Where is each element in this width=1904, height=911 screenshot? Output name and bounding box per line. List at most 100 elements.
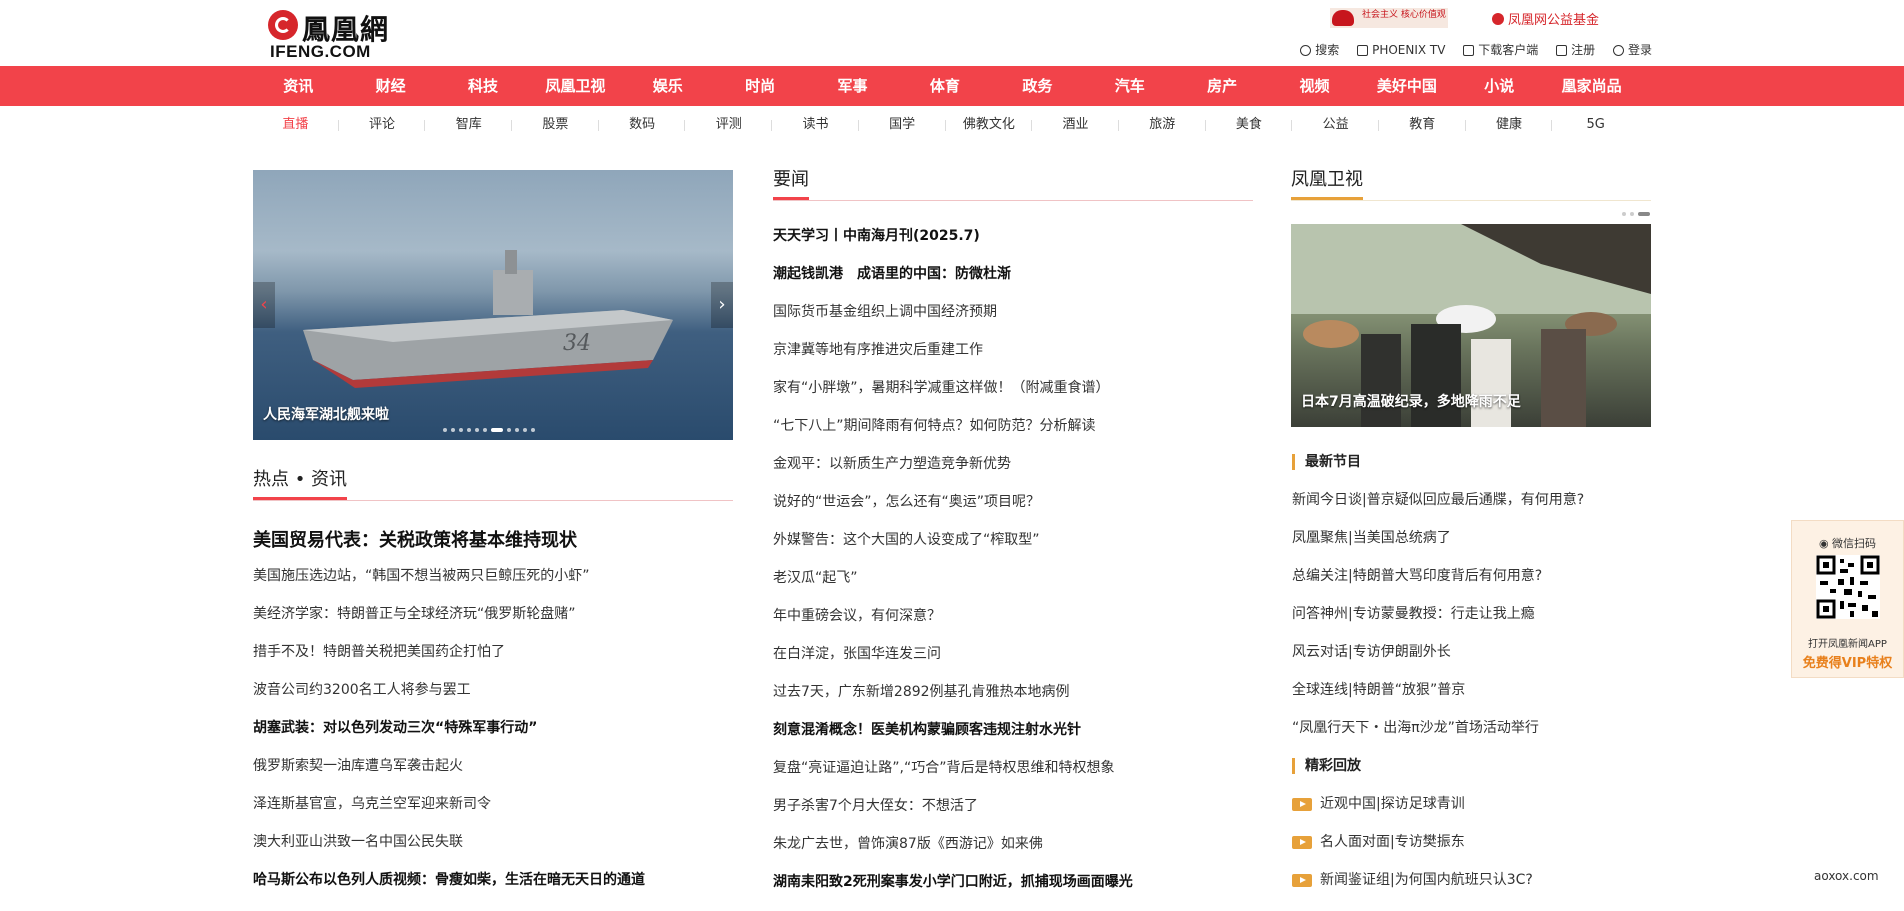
phoenix-tv-link[interactable]: PHOENIX TV — [1357, 43, 1445, 57]
hot-news-item[interactable]: 美经济学家：特朗普正与全球经济玩“俄罗斯轮盘赌” — [253, 595, 733, 633]
top-news-item[interactable]: 潮起钱凯港 成语里的中国：防微杜渐 — [773, 255, 1253, 293]
register-link[interactable]: 注册 — [1556, 41, 1595, 58]
top-news-item[interactable]: 年中重磅会议，有何深意？ — [773, 597, 1253, 635]
top-news-item[interactable]: 说好的“世运会”，怎么还有“奥运”项目呢？ — [773, 483, 1253, 521]
top-news-item[interactable]: 天天学习丨中南海月刊(2025.7) — [773, 217, 1253, 255]
sub-nav-item[interactable]: 智库 — [425, 106, 512, 144]
carousel-dot[interactable] — [443, 428, 447, 432]
carousel-dot[interactable] — [531, 428, 535, 432]
main-nav-item[interactable]: 政务 — [991, 66, 1083, 106]
main-nav-item[interactable]: 娱乐 — [622, 66, 714, 106]
top-news-item[interactable]: 复盘“亮证逼迫让路”,“巧合”背后是特权思维和特权想象 — [773, 749, 1253, 787]
hot-news-item[interactable]: 波音公司约3200名工人将参与罢工 — [253, 671, 733, 709]
carousel-dot[interactable] — [475, 428, 479, 432]
carousel-dot[interactable] — [459, 428, 463, 432]
app-qr-float[interactable]: ◉ 微信扫码 打开凤凰新闻APP 免费得VIP特权 — [1791, 520, 1904, 678]
hot-news-item[interactable]: 胡塞武装：对以色列发动三次“特殊军事行动” — [253, 709, 733, 747]
latest-program-item[interactable]: “凤凰行天下・出海π沙龙”首场活动举行 — [1292, 709, 1652, 747]
carousel-dot[interactable] — [507, 428, 511, 432]
latest-program-item[interactable]: 问答神州|专访蒙曼教授：行走让我上瘾 — [1292, 595, 1652, 633]
main-nav-item[interactable]: 体育 — [899, 66, 991, 106]
carousel-dot[interactable] — [523, 428, 527, 432]
core-values-banner[interactable]: 社会主义 核心价值观 — [1330, 8, 1448, 28]
main-nav-item[interactable]: 美好中国 — [1361, 66, 1453, 106]
hot-news-item[interactable]: 哈马斯公布以色列人质视频：骨瘦如柴，生活在暗无天日的通道 — [253, 861, 733, 899]
hot-news-item[interactable]: 澳大利亚山洪致一名中国公民失联 — [253, 823, 733, 861]
carousel-dot[interactable] — [483, 428, 487, 432]
top-news-item[interactable]: 金观平：以新质生产力塑造竞争新优势 — [773, 445, 1253, 483]
sub-nav-item[interactable]: 酒业 — [1032, 106, 1119, 144]
sub-nav-item[interactable]: 佛教文化 — [946, 106, 1033, 144]
carousel-caption[interactable]: 人民海军湖北舰来啦 — [263, 404, 389, 424]
replay-item[interactable]: 新闻鉴证组|为何国内航班只认3C? — [1292, 861, 1652, 899]
main-nav-item[interactable]: 小说 — [1453, 66, 1545, 106]
sub-nav-item[interactable]: 公益 — [1292, 106, 1379, 144]
hot-news-item[interactable]: 美国施压选边站，“韩国不想当被两只巨鲸压死的小虾” — [253, 557, 733, 595]
replay-item[interactable]: 近观中国|探访足球青训 — [1292, 785, 1652, 823]
carousel-dot[interactable] — [467, 428, 471, 432]
carousel-next-button[interactable]: › — [711, 282, 733, 328]
hot-news-item[interactable]: 泽连斯基官宣，乌克兰空军迎来新司令 — [253, 785, 733, 823]
sub-nav-item[interactable]: 国学 — [859, 106, 946, 144]
top-news-item[interactable]: 老汉瓜“起飞” — [773, 559, 1253, 597]
latest-program-item[interactable]: 新闻今日谈|普京疑似回应最后通牒，有何用意? — [1292, 481, 1652, 519]
main-nav-item[interactable]: 财经 — [344, 66, 436, 106]
top-news-item[interactable]: 在白洋淀，张国华连发三问 — [773, 635, 1253, 673]
main-nav-item[interactable]: 科技 — [437, 66, 529, 106]
tv-carousel-dot-active[interactable] — [1638, 212, 1650, 216]
sub-nav-item[interactable]: 评论 — [339, 106, 426, 144]
main-nav-item[interactable]: 军事 — [806, 66, 898, 106]
top-news-item[interactable]: “七下八上”期间降雨有何特点？如何防范？分析解读 — [773, 407, 1253, 445]
top-news-item[interactable]: 京津冀等地有序推进灾后重建工作 — [773, 331, 1253, 369]
carousel-dot-active[interactable] — [491, 428, 503, 432]
carousel-prev-button[interactable]: ‹ — [253, 282, 275, 328]
top-news-item[interactable]: 过去7天，广东新增2892例基孔肯雅热本地病例 — [773, 673, 1253, 711]
top-news-item[interactable]: 刻意混淆概念！医美机构蒙骗顾客违规注射水光针 — [773, 711, 1253, 749]
main-nav-item[interactable]: 房产 — [1176, 66, 1268, 106]
sub-nav-item-live[interactable]: 直播 — [252, 106, 339, 144]
hot-news-item[interactable]: 措手不及！特朗普关税把美国药企打怕了 — [253, 633, 733, 671]
tv-carousel-dot[interactable] — [1622, 212, 1626, 216]
phoenix-tv-title[interactable]: 凤凰卫视 — [1291, 166, 1363, 200]
sub-nav-item[interactable]: 数码 — [599, 106, 686, 144]
hot-lead-headline[interactable]: 美国贸易代表：关税政策将基本维持现状 — [253, 526, 577, 552]
login-link[interactable]: 登录 — [1612, 41, 1652, 58]
sub-nav-item[interactable]: 评测 — [685, 106, 772, 144]
charity-fund-link[interactable]: 凤凰网公益基金 — [1492, 9, 1599, 28]
top-news-item[interactable]: 国际货币基金组织上调中国经济预期 — [773, 293, 1253, 331]
main-nav-item[interactable]: 视频 — [1268, 66, 1360, 106]
carousel-dot[interactable] — [515, 428, 519, 432]
sub-nav-item[interactable]: 美食 — [1206, 106, 1293, 144]
latest-program-item[interactable]: 总编关注|特朗普大骂印度背后有何用意? — [1292, 557, 1652, 595]
latest-program-item[interactable]: 全球连线|特朗普“放狠”普京 — [1292, 671, 1652, 709]
main-nav-item[interactable]: 凰家尚品 — [1545, 66, 1637, 106]
hot-news-item[interactable]: 俄罗斯索契一油库遭乌军袭击起火 — [253, 747, 733, 785]
top-news-item[interactable]: 朱龙广去世，曾饰演87版《西游记》如来佛 — [773, 825, 1253, 863]
latest-program-item[interactable]: 风云对话|专访伊朗副外长 — [1292, 633, 1652, 671]
headline-carousel[interactable]: 34 ‹ › 人民海军湖北舰来啦 — [253, 170, 733, 440]
top-news-item[interactable]: 家有“小胖墩”，暑期科学减重这样做！（附减重食谱） — [773, 369, 1253, 407]
sub-nav-item[interactable]: 5G — [1552, 106, 1639, 144]
replay-item[interactable]: 名人面对面|专访樊振东 — [1292, 823, 1652, 861]
tv-carousel-dot[interactable] — [1630, 212, 1634, 216]
top-news-item[interactable]: 男子杀害7个月大侄女：不想活了 — [773, 787, 1253, 825]
sub-nav-item[interactable]: 教育 — [1379, 106, 1466, 144]
search-link[interactable]: 搜索 — [1300, 41, 1339, 58]
main-nav-item[interactable]: 汽车 — [1084, 66, 1176, 106]
top-news-item[interactable]: 湖南耒阳致2死刑案事发小学门口附近，抓捕现场画面曝光 — [773, 863, 1253, 901]
sub-nav-item[interactable]: 旅游 — [1119, 106, 1206, 144]
sub-nav-item[interactable]: 健康 — [1466, 106, 1553, 144]
top-news-item[interactable]: 外媒警告：这个大国的人设变成了“榨取型” — [773, 521, 1253, 559]
main-nav-item[interactable]: 时尚 — [714, 66, 806, 106]
carousel-dot[interactable] — [451, 428, 455, 432]
tv-feature-image[interactable]: 日本7月高温破纪录，多地降雨不足 — [1291, 224, 1651, 427]
latest-program-item[interactable]: 凤凰聚焦|当美国总统病了 — [1292, 519, 1652, 557]
download-client-link[interactable]: 下载客户端 — [1463, 41, 1538, 58]
tv-feature-caption[interactable]: 日本7月高温破纪录，多地降雨不足 — [1301, 391, 1521, 411]
top-news-item-text: 过去7天，广东新增2892例基孔肯雅热本地病例 — [773, 684, 1070, 700]
sub-nav-item[interactable]: 读书 — [772, 106, 859, 144]
ifeng-logo[interactable]: 鳳凰網 IFENG.COM — [268, 8, 408, 61]
main-nav-item[interactable]: 凤凰卫视 — [529, 66, 621, 106]
sub-nav-item[interactable]: 股票 — [512, 106, 599, 144]
main-nav-item[interactable]: 资讯 — [252, 66, 344, 106]
